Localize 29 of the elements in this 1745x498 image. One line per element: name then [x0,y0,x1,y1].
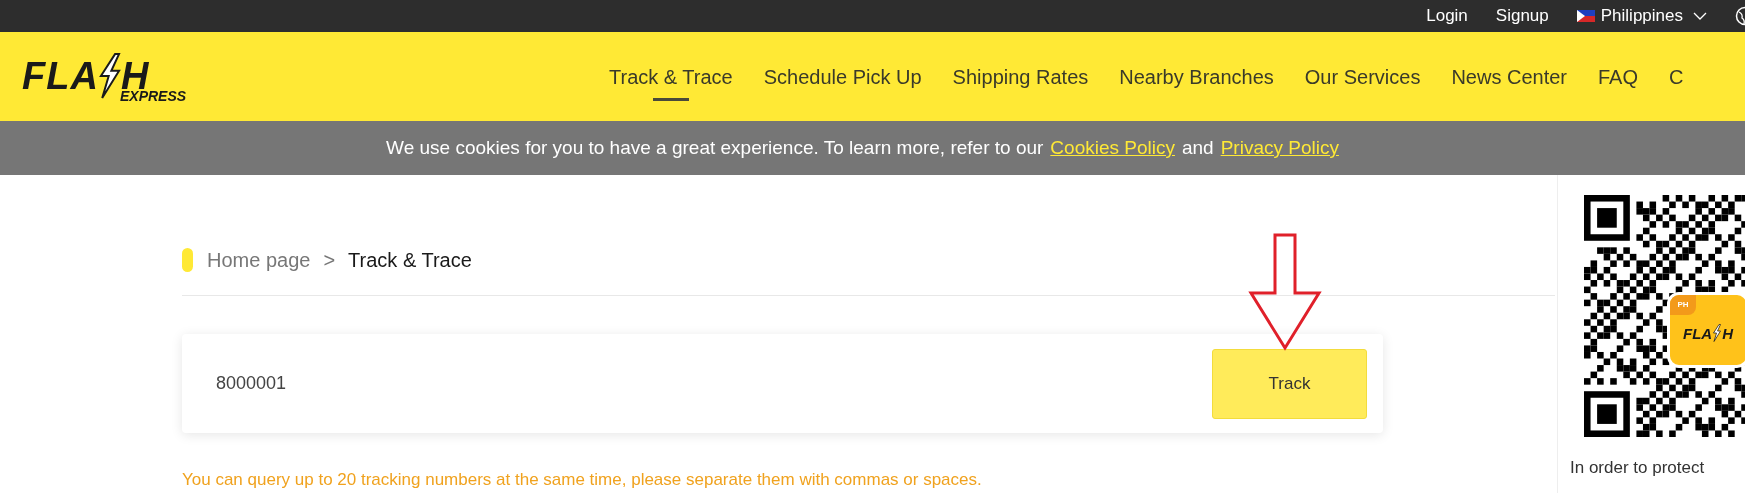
top-link[interactable]: Login [1426,3,1468,29]
breadcrumb-link[interactable]: Track & Trace [348,245,472,275]
nav-link[interactable]: Nearby Branches [1119,32,1274,121]
cookie-notice: We use cookies for you to have a great experience. To learn more, refer to our [386,135,1044,160]
breadcrumb-marker [182,248,193,272]
top-link[interactable]: Signup [1495,3,1549,29]
nav-link[interactable]: C [1669,32,1684,121]
cookies-policy-link[interactable]: Cookies Policy [1050,133,1175,163]
down-arrow-icon [1248,233,1322,351]
qr-caption: In order to protect [1570,457,1706,479]
lightning-icon [1712,324,1723,342]
tracking-number-field[interactable]: 8000001 [216,370,916,397]
nav-link[interactable]: Track & Trace [609,32,733,121]
nav-link[interactable]: Our Services [1304,32,1421,121]
nav-link[interactable]: FAQ [1598,32,1638,121]
hint-text: You can query up to 20 tracking numbers at the same time, please separate them with commas or spaces. [182,469,983,491]
track-button[interactable]: Track [1212,348,1367,419]
nav-link[interactable]: Schedule Pick Up [763,32,922,121]
flag-icon [1576,10,1595,22]
nav-link[interactable]: Shipping Rates [952,32,1089,121]
region-badge: PH [1670,295,1696,315]
country-selector[interactable]: Philippines [1576,3,1707,29]
nav-link[interactable]: News Center [1451,32,1567,121]
privacy-policy-link[interactable]: Privacy Policy [1220,133,1339,163]
breadcrumb-link[interactable]: Home page [207,245,311,275]
cookie-notice-joiner: and [1181,135,1214,160]
chevron-down-icon [1693,12,1707,20]
breadcrumb-separator: > [323,248,336,273]
app-icon: PH FLA H [1667,292,1745,368]
